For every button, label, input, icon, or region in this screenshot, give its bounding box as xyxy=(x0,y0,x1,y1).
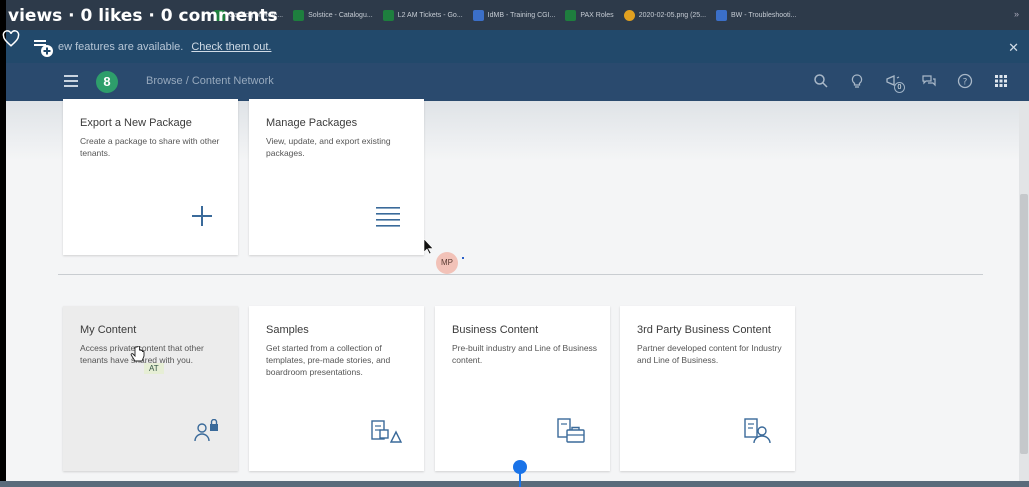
shell-tools: 0 ? xyxy=(813,73,1009,93)
bookmark-item[interactable]: PAX Roles xyxy=(565,9,614,21)
sheets-icon xyxy=(293,9,305,21)
list-icon xyxy=(376,207,400,227)
scrollbar-thumb[interactable] xyxy=(1020,194,1028,454)
sheets-icon xyxy=(565,9,577,21)
discussions-icon[interactable] xyxy=(921,73,937,89)
s-logo-icon xyxy=(716,9,728,21)
video-stats: views · 0 likes · 0 comments xyxy=(8,6,278,26)
bookmark-item[interactable]: Solstice - Catalogu... xyxy=(293,9,373,21)
video-progress-stem xyxy=(519,472,521,487)
bookmark-item[interactable]: IdMB - Training CGI... xyxy=(472,9,555,21)
user-lock-icon xyxy=(194,419,218,442)
tile-title: Business Content xyxy=(452,324,539,336)
tile-title: Manage Packages xyxy=(266,117,358,129)
collaborator-avatar: MP xyxy=(436,252,458,274)
notification-bar: ew features are available. Check them ou… xyxy=(6,30,1029,63)
breadcrumb: Browse / Content Network xyxy=(146,75,274,87)
check-them-out-link[interactable]: Check them out. xyxy=(191,41,271,53)
third-party-content-tile[interactable]: 3rd Party Business Content Partner devel… xyxy=(620,306,795,471)
tile-title: Export a New Package xyxy=(80,117,192,129)
cursor-arrow-icon xyxy=(424,239,434,255)
export-package-tile[interactable]: Export a New Package Create a package to… xyxy=(63,99,238,255)
business-content-tile[interactable]: Business Content Pre-built industry and … xyxy=(435,306,610,471)
content-area: Export a New Package Create a package to… xyxy=(6,99,1029,487)
help-icon[interactable]: ? xyxy=(957,73,973,89)
tile-title: My Content xyxy=(80,324,137,336)
video-progress-bar[interactable] xyxy=(0,481,1029,487)
samples-icon xyxy=(371,420,403,443)
svg-text:?: ? xyxy=(963,78,968,88)
tile-description: Get started from a collection of templat… xyxy=(266,343,391,377)
tile-description: Pre-built industry and Line of Business … xyxy=(452,343,598,365)
tile-description: Partner developed content for Industry a… xyxy=(637,343,782,365)
screen: Catalog of Role... Solstice - Catalogu..… xyxy=(6,0,1029,487)
collaborator-tag: AT xyxy=(144,363,164,374)
hamburger-icon[interactable] xyxy=(64,75,78,87)
tile-title: 3rd Party Business Content xyxy=(637,324,771,336)
notifications-button[interactable]: 0 xyxy=(885,73,905,93)
tile-title: Samples xyxy=(266,324,309,336)
heart-icon[interactable] xyxy=(2,30,20,48)
search-icon[interactable] xyxy=(813,73,829,89)
tile-description: View, update, and export existing packag… xyxy=(266,136,391,158)
samples-tile[interactable]: Samples Get started from a collection of… xyxy=(249,306,424,471)
app-logo[interactable]: 8 xyxy=(96,71,118,93)
hand-cursor-icon xyxy=(130,346,145,362)
bookmark-item[interactable]: L2 AM Tickets - Go... xyxy=(382,9,463,21)
bookmark-item[interactable]: BW - Troubleshooti... xyxy=(716,9,796,21)
notification-count-badge: 0 xyxy=(894,82,905,93)
bookmark-item[interactable]: 2020-02-05.png (25... xyxy=(623,9,706,21)
my-content-tile[interactable]: My Content Access private content that o… xyxy=(63,306,238,471)
video-progress-knob[interactable] xyxy=(513,460,527,474)
pinwheel-icon xyxy=(623,9,635,21)
add-to-playlist-icon[interactable] xyxy=(34,38,56,58)
manage-packages-tile[interactable]: Manage Packages View, update, and export… xyxy=(249,99,424,255)
lightbulb-icon[interactable] xyxy=(849,73,865,89)
sheets-icon xyxy=(382,9,394,21)
business-content-icon xyxy=(557,418,585,443)
partner-content-icon xyxy=(744,418,771,444)
app-grid-icon[interactable] xyxy=(993,73,1009,89)
docs-icon xyxy=(472,9,484,21)
tile-description: Create a package to share with other ten… xyxy=(80,136,220,158)
section-divider xyxy=(58,274,983,275)
plus-icon xyxy=(192,206,212,226)
shell-header: 8 Browse / Content Network 0 ? xyxy=(6,63,1029,101)
notification-text: ew features are available. xyxy=(58,40,184,53)
close-icon[interactable]: ✕ xyxy=(1008,40,1019,56)
chevron-right-icon[interactable]: » xyxy=(1014,9,1019,19)
presence-dot xyxy=(462,257,464,259)
